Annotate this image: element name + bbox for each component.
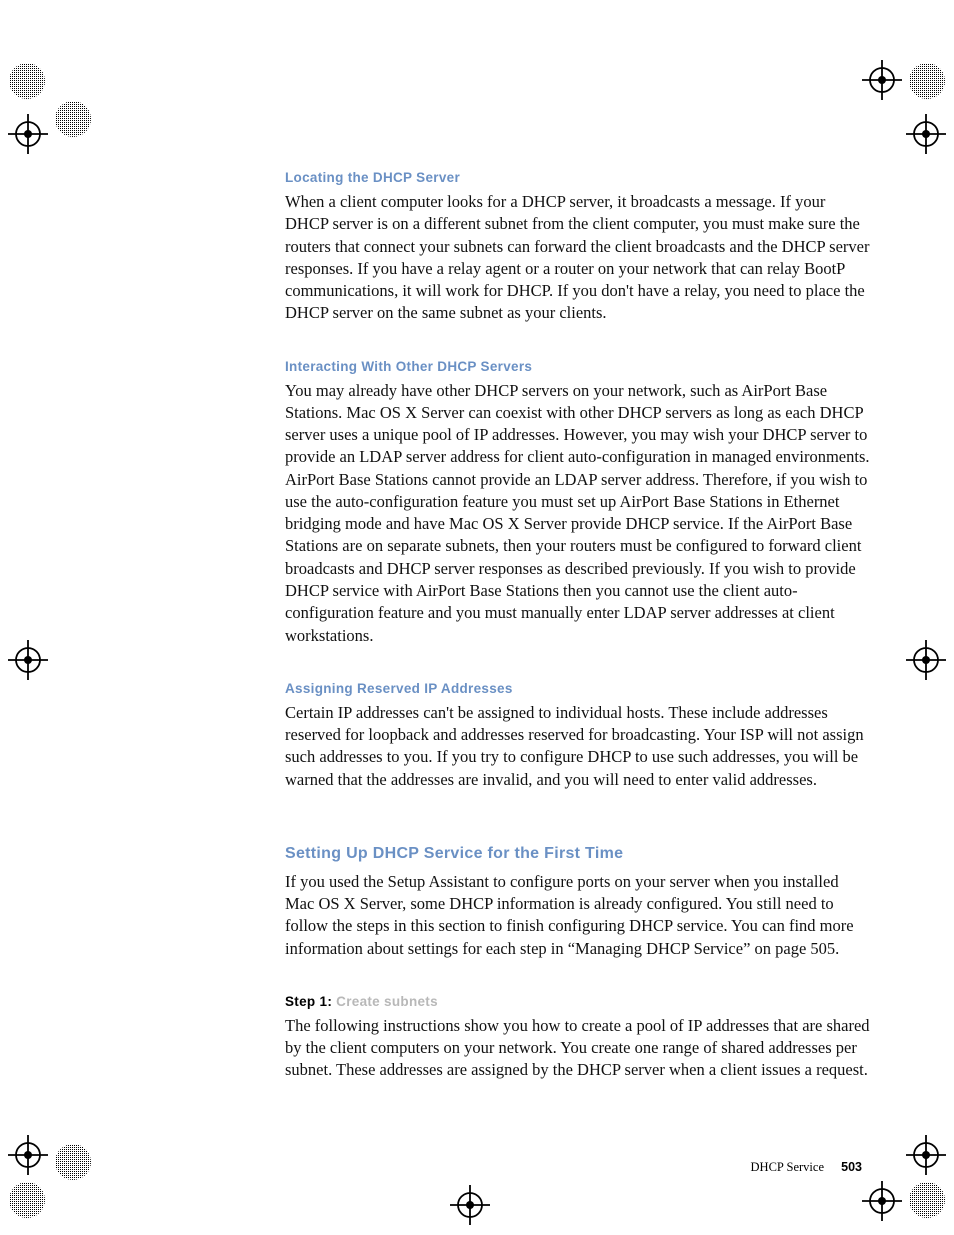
paragraph-step-1-create-subnets: The following instructions show you how … <box>285 1015 870 1082</box>
registration-mark-icon <box>906 1179 948 1221</box>
crosshair-icon <box>862 60 902 100</box>
heading-interacting-other-dhcp: Interacting With Other DHCP Servers <box>285 359 870 374</box>
registration-mark-icon <box>6 60 48 102</box>
paragraph-interacting-other-dhcp: You may already have other DHCP servers … <box>285 380 870 647</box>
registration-mark-icon <box>52 98 94 140</box>
step-1-label: Step 1: <box>285 994 336 1009</box>
crosshair-icon <box>8 114 48 154</box>
crosshair-icon <box>906 114 946 154</box>
heading-locating-dhcp-server: Locating the DHCP Server <box>285 170 870 185</box>
registration-mark-icon <box>52 1141 94 1183</box>
heading-assigning-reserved-ip: Assigning Reserved IP Addresses <box>285 681 870 696</box>
crosshair-icon <box>450 1185 490 1225</box>
page-footer: DHCP Service 503 <box>751 1160 862 1175</box>
registration-mark-icon <box>906 60 948 102</box>
page-content: Locating the DHCP Server When a client c… <box>285 170 870 1104</box>
footer-chapter-title: DHCP Service <box>751 1160 825 1174</box>
step-1-title: Create subnets <box>336 994 438 1009</box>
footer-page-number: 503 <box>841 1160 862 1174</box>
heading-setting-up-dhcp-first-time: Setting Up DHCP Service for the First Ti… <box>285 845 870 863</box>
crosshair-icon <box>862 1181 902 1221</box>
crosshair-icon <box>8 640 48 680</box>
registration-mark-icon <box>6 1179 48 1221</box>
crosshair-icon <box>8 1135 48 1175</box>
heading-step-1-create-subnets: Step 1: Create subnets <box>285 994 870 1009</box>
crosshair-icon <box>906 1135 946 1175</box>
paragraph-locating-dhcp-server: When a client computer looks for a DHCP … <box>285 191 870 325</box>
crosshair-icon <box>906 640 946 680</box>
paragraph-assigning-reserved-ip: Certain IP addresses can't be assigned t… <box>285 702 870 791</box>
paragraph-setting-up-dhcp-first-time: If you used the Setup Assistant to confi… <box>285 871 870 960</box>
